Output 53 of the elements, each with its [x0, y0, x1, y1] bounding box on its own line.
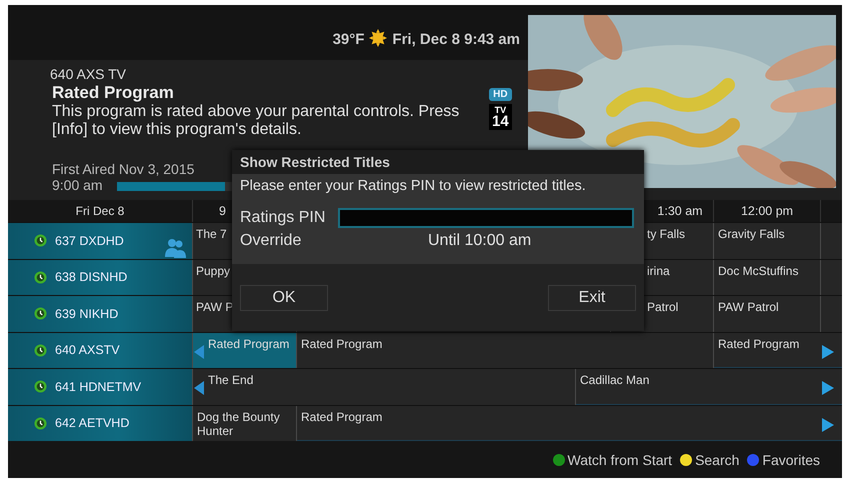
- left-arrow-icon: [194, 344, 204, 358]
- guide-date: Fri Dec 8: [74, 204, 126, 218]
- program-cell[interactable]: The End: [192, 369, 575, 404]
- right-arrow-icon: [822, 344, 834, 358]
- channel-name: 640 AXS TV: [50, 66, 128, 82]
- program-cell[interactable]: PAW Patrol: [713, 296, 820, 332]
- date-time: Fri, Dec 8 9:43 am: [392, 31, 520, 48]
- first-aired: First Aired Nov 3, 2015: [52, 161, 194, 177]
- program-cell[interactable]: Rated Program: [713, 332, 842, 368]
- clock-icon: [34, 270, 47, 284]
- right-arrow-icon: [822, 418, 834, 432]
- time-slot-label: 12:00 pm: [740, 204, 794, 218]
- program-cell[interactable]: Rated Program: [296, 406, 842, 441]
- clock-icon: [34, 344, 47, 357]
- people-icon: [164, 236, 186, 258]
- time-slot-label: 9: [218, 204, 226, 218]
- dialog-button[interactable]: OK: [240, 284, 328, 310]
- dialog-button[interactable]: Exit: [548, 284, 636, 310]
- dialog-message: Please enter your Ratings PIN to view restricted titles.: [240, 178, 587, 194]
- pin-label: Ratings PIN: [240, 209, 326, 227]
- program-cell[interactable]: Rated Program: [296, 332, 713, 368]
- hd-badge: HD: [489, 88, 512, 101]
- override-value[interactable]: Until 10:00 am: [428, 232, 532, 250]
- clock-icon: [34, 416, 47, 430]
- left-arrow-icon: [194, 381, 204, 395]
- pin-field[interactable]: [338, 208, 634, 228]
- color-key-label: Favorites: [762, 452, 820, 468]
- program-description: This program is rated above your parental controls. Press [Info] to view this program's details.: [52, 103, 460, 139]
- right-arrow-icon: [822, 381, 834, 395]
- channel-cell[interactable]: 639 NIKHD: [8, 296, 192, 332]
- start-time: 9:00 am: [52, 177, 103, 193]
- program-cell[interactable]: Cadillac Man: [575, 369, 842, 404]
- dialog-title: Show Restricted Titles: [232, 150, 644, 174]
- tv-rating-badge: TV 14: [489, 104, 512, 130]
- color-key-label: Watch from Start: [568, 452, 672, 468]
- color-key-label: Search: [695, 452, 740, 468]
- program-cell[interactable]: Dog the Bounty Hunter: [192, 406, 296, 441]
- time-slot-label: 1:30 am: [656, 204, 703, 218]
- temperature: 39°F: [332, 31, 364, 48]
- program-cell[interactable]: Gravity Falls: [713, 223, 820, 258]
- channel-cell[interactable]: 637 DXDHD: [8, 223, 192, 258]
- channel-cell[interactable]: 641 HDNETMV: [8, 369, 192, 404]
- program-cell[interactable]: Doc McStuffins: [713, 260, 820, 295]
- program-title: Rated Program: [52, 83, 175, 103]
- channel-cell[interactable]: 638 DISNHD: [8, 260, 192, 295]
- channel-cell[interactable]: 640 AXSTV: [8, 332, 192, 368]
- sun-icon: [369, 29, 388, 47]
- clock-icon: [34, 234, 47, 248]
- clock-icon: [34, 380, 47, 394]
- clock-icon: [34, 307, 47, 320]
- override-label: Override: [240, 232, 302, 250]
- channel-cell[interactable]: 642 AETVHD: [8, 406, 192, 441]
- program-cell[interactable]: Rated Program: [192, 332, 296, 368]
